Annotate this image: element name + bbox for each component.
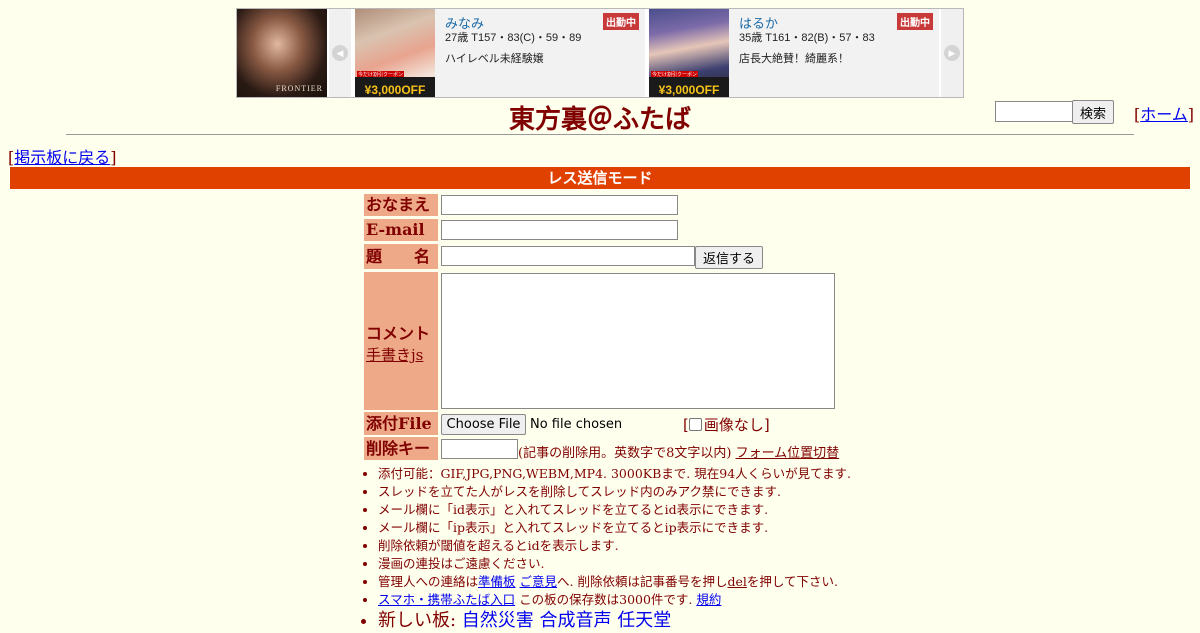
header-divider <box>66 134 1134 135</box>
new-board-link[interactable]: 合成音声 <box>540 610 612 631</box>
file-status: No file chosen <box>530 417 623 432</box>
search-button[interactable]: 検索 <box>1072 100 1114 124</box>
del-link[interactable]: del <box>727 574 746 589</box>
girl-desc: 店長大絶賛！綺麗系！ <box>739 53 849 65</box>
note-text: この板の保存数は3000件です. <box>515 592 697 607</box>
girl-photo: 今だけ割引クーポン ¥3,000OFF <box>649 9 729 97</box>
no-image-label: 画像なし <box>703 416 764 434</box>
comment-label-cell: コメント 手書きjs <box>364 272 438 410</box>
coupon-label: ¥3,000OFF <box>649 77 729 97</box>
note-item-mobile: スマホ・携帯ふたば入口 この板の保存数は3000件です. 規約 <box>378 591 851 609</box>
note-item-contact: 管理人への連絡は準備板 ご意見へ. 削除依頼は記事番号を押しdelを押して下さい… <box>378 573 851 591</box>
name-label: おなまえ <box>364 194 438 216</box>
delkey-help: (記事の削除用。英数字で8文字以内) <box>518 446 732 461</box>
banner-card[interactable]: 今だけ割引クーポン ¥3,000OFF はるか 35歳 T161・82(B)・5… <box>649 9 939 97</box>
prep-board-link[interactable]: 準備板 <box>478 574 516 589</box>
new-board-link[interactable]: 任天堂 <box>617 610 671 631</box>
comment-label: コメント <box>366 324 431 343</box>
note-item: メール欄に「id表示」と入れてスレッドを立てるとid表示にできます. <box>378 501 851 519</box>
handwrite-link[interactable]: 手書きjs <box>366 346 423 364</box>
shop-logo-image[interactable]: FRONTIER <box>237 9 327 97</box>
file-label: 添付File <box>364 412 438 435</box>
status-badge: 出勤中 <box>603 13 639 30</box>
note-item: スレッドを立てた人がレスを削除してスレッド内のみアク禁にできます. <box>378 483 851 501</box>
banner-prev-button[interactable]: ◀ <box>329 9 351 97</box>
no-image-option: [ 画像なし] <box>683 414 770 435</box>
back-link-wrap: [掲示板に戻る] <box>8 144 117 168</box>
bracket: [ <box>683 416 689 434</box>
name-input[interactable] <box>441 195 678 215</box>
girl-spec: 35歳 T161・82(B)・57・83 <box>739 32 875 44</box>
note-item: 添付可能：GIF,JPG,PNG,WEBM,MP4. 3000KBまで. 現在9… <box>378 465 851 483</box>
mobile-entrance-link[interactable]: スマホ・携帯ふたば入口 <box>378 592 515 607</box>
bracket: ] <box>1187 105 1195 124</box>
back-to-board-link[interactable]: 掲示板に戻る <box>14 148 110 167</box>
bracket: ] <box>110 148 117 167</box>
email-input[interactable] <box>441 220 678 240</box>
note-text: 管理人への連絡は <box>378 574 479 589</box>
new-board-link[interactable]: 自然災害 <box>462 610 534 631</box>
search-input[interactable] <box>995 101 1073 122</box>
note-item: 削除依頼が閾値を超えるとidを表示します. <box>378 537 851 555</box>
note-item-new-boards: 新しい板: 自然災害 合成音声 任天堂 <box>378 609 851 633</box>
terms-link[interactable]: 規約 <box>696 592 721 607</box>
bracket: ] <box>763 416 770 434</box>
new-boards-label: 新しい板: <box>378 610 462 631</box>
email-label: E-mail <box>364 219 438 241</box>
submit-reply-button[interactable]: 返信する <box>695 246 763 269</box>
feedback-link[interactable]: ご意見 <box>520 574 558 589</box>
girl-spec: 27歳 T157・83(C)・59・89 <box>445 32 582 44</box>
status-badge: 出勤中 <box>897 13 933 30</box>
note-text: へ. 削除依頼は記事番号を押し <box>557 574 728 589</box>
form-position-toggle-link[interactable]: フォーム位置切替 <box>736 446 840 461</box>
ad-banner[interactable]: FRONTIER ◀ 今だけ割引クーポン ¥3,000OFF みなみ 27歳 T… <box>236 8 964 98</box>
note-item: メール欄に「ip表示」と入れてスレッドを立てるとip表示にできます. <box>378 519 851 537</box>
banner-next-button[interactable]: ▶ <box>941 9 963 97</box>
no-image-checkbox[interactable] <box>688 418 702 431</box>
chevron-left-icon: ◀ <box>332 45 348 61</box>
delkey-note: (記事の削除用。英数字で8文字以内) フォーム位置切替 <box>518 442 839 461</box>
home-link-wrap: [ホーム] <box>1134 101 1194 125</box>
subject-input[interactable] <box>441 246 695 266</box>
note-item: 漫画の連投はご遠慮ください. <box>378 555 851 573</box>
banner-card[interactable]: 今だけ割引クーポン ¥3,000OFF みなみ 27歳 T157・83(C)・5… <box>355 9 645 97</box>
girl-desc: ハイレベル未経験嬢 <box>445 53 544 65</box>
note-text: を押して下さい. <box>746 574 838 589</box>
delete-key-input[interactable] <box>441 439 518 459</box>
reply-mode-bar: レス送信モード <box>10 167 1190 189</box>
girl-photo: 今だけ割引クーポン ¥3,000OFF <box>355 9 435 97</box>
delkey-label: 削除キー <box>364 437 438 460</box>
home-link[interactable]: ホーム <box>1140 105 1188 124</box>
choose-file-button[interactable]: Choose File <box>441 414 526 435</box>
comment-textarea[interactable] <box>441 273 835 409</box>
subject-label: 題 名 <box>364 244 438 269</box>
coupon-label: ¥3,000OFF <box>355 77 435 97</box>
shop-brand: FRONTIER <box>275 84 323 93</box>
board-notes: 添付可能：GIF,JPG,PNG,WEBM,MP4. 3000KBまで. 現在9… <box>360 465 851 633</box>
chevron-right-icon: ▶ <box>944 45 960 61</box>
